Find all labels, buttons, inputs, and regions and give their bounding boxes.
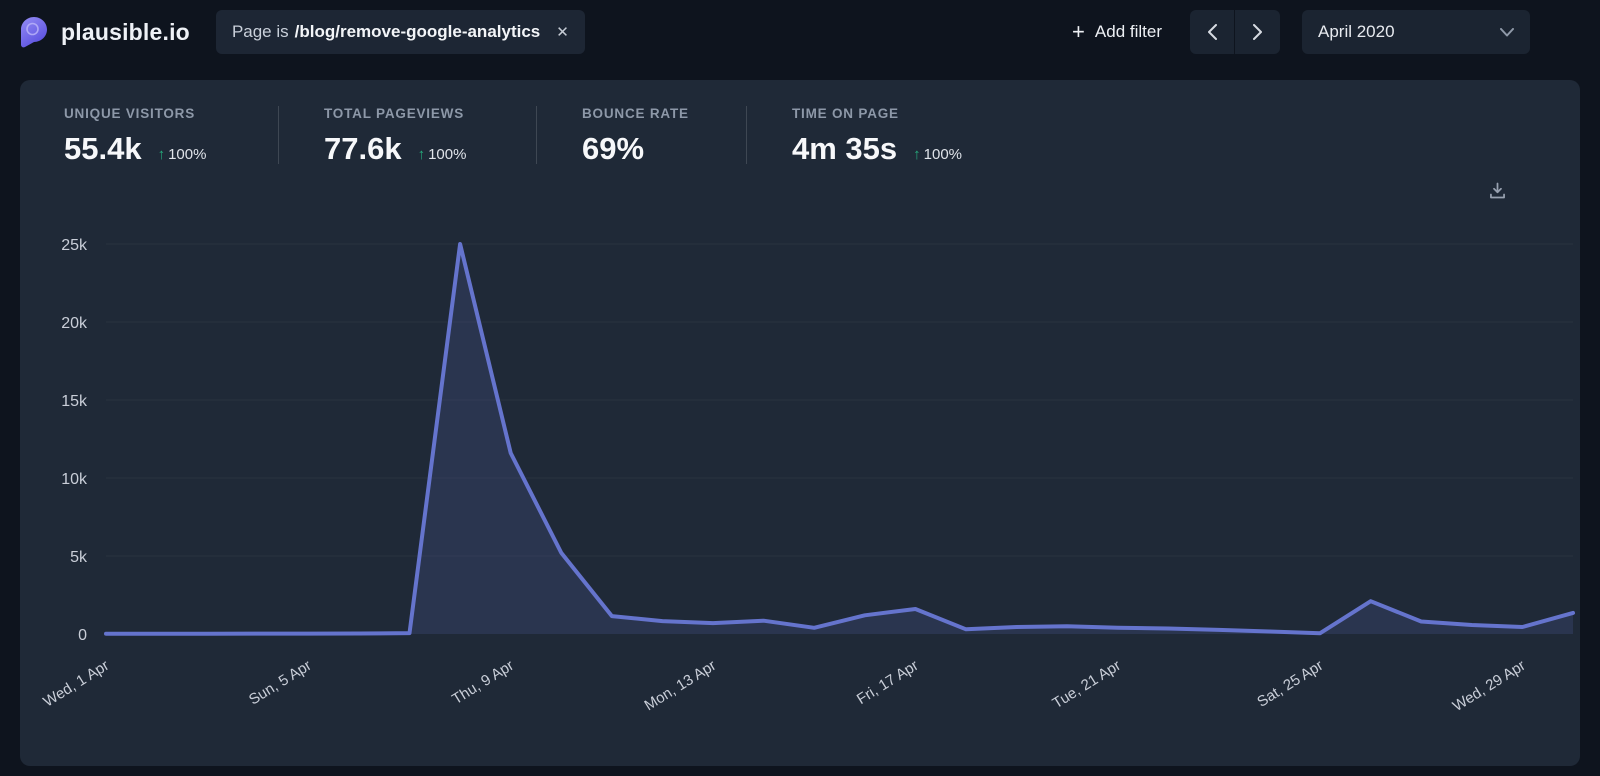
plus-icon: + xyxy=(1072,21,1085,43)
y-axis-tick: 25k xyxy=(61,237,88,254)
y-axis-tick: 15k xyxy=(61,393,88,410)
x-axis-tick: Sat, 25 Apr xyxy=(1254,657,1326,711)
x-axis-tick: Sun, 5 Apr xyxy=(246,657,314,709)
brand[interactable]: plausible.io xyxy=(20,16,190,48)
date-range-value: April 2020 xyxy=(1318,22,1395,42)
brand-name: plausible.io xyxy=(61,19,190,46)
date-range-select[interactable]: April 2020 xyxy=(1302,10,1530,54)
y-axis-tick: 20k xyxy=(61,315,88,332)
y-axis-tick: 10k xyxy=(61,471,88,488)
prev-period-button[interactable] xyxy=(1190,10,1235,54)
filter-value: /blog/remove-google-analytics xyxy=(295,22,541,42)
x-axis-tick: Wed, 29 Apr xyxy=(1450,657,1529,715)
add-filter-label: Add filter xyxy=(1095,22,1162,42)
x-axis-tick: Tue, 21 Apr xyxy=(1050,657,1124,712)
x-axis-tick: Mon, 13 Apr xyxy=(642,657,720,714)
filter-prefix: Page is xyxy=(232,22,289,42)
x-axis-tick: Fri, 17 Apr xyxy=(854,657,922,708)
chevron-down-icon xyxy=(1500,28,1514,37)
close-icon[interactable]: ✕ xyxy=(556,25,569,40)
next-period-button[interactable] xyxy=(1235,10,1280,54)
chevron-right-icon xyxy=(1253,24,1262,40)
header-bar: plausible.io Page is /blog/remove-google… xyxy=(0,0,1600,64)
plausible-dashboard: plausible.io Page is /blog/remove-google… xyxy=(0,0,1600,776)
add-filter-button[interactable]: + Add filter xyxy=(1072,21,1162,43)
plausible-logo-icon xyxy=(20,16,48,48)
page-filter-chip[interactable]: Page is /blog/remove-google-analytics ✕ xyxy=(216,10,585,54)
dashboard-card: UNIQUE VISITORS 55.4k ↑ 100% TOTAL PAGEV… xyxy=(20,80,1580,766)
x-axis-tick: Wed, 1 Apr xyxy=(40,657,112,711)
chevron-left-icon xyxy=(1208,24,1217,40)
x-axis-tick: Thu, 9 Apr xyxy=(449,657,517,708)
period-nav xyxy=(1190,10,1280,54)
visitors-line-chart[interactable]: 0 5k 10k 15k 20k 25k Wed, 1 Apr Sun, 5 Apr Thu, … xyxy=(20,80,1580,766)
y-axis-tick: 0 xyxy=(78,627,87,644)
y-axis-tick: 5k xyxy=(70,549,88,566)
